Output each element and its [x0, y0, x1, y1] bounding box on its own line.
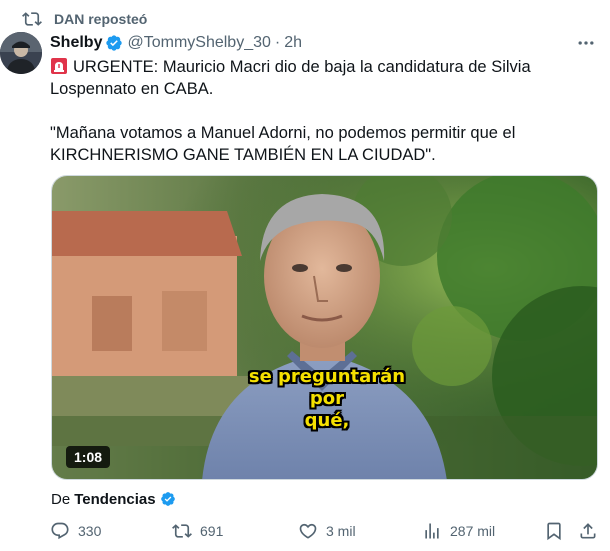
views-chart-icon [425, 523, 439, 539]
heart-icon [299, 523, 317, 539]
like-button[interactable]: 3 mil [298, 518, 356, 544]
tweet-body: URGENTE: Mauricio Macri dio de baja la c… [50, 56, 595, 166]
reply-count: 330 [78, 523, 102, 539]
action-bar: 330 691 3 mil 287 mil [50, 518, 602, 544]
more-options-button[interactable] [572, 34, 600, 52]
video-thumbnail [52, 176, 597, 479]
share-icon [580, 523, 596, 539]
repost-button[interactable]: 691 [172, 518, 223, 544]
repost-icon [22, 9, 42, 29]
views-count: 287 mil [450, 523, 496, 539]
video-subtitle: se preguntarán por qué, [232, 366, 422, 432]
source-name-link[interactable]: Tendencias [74, 491, 155, 508]
subtitle-line-1: se preguntarán por [248, 366, 406, 409]
tweet-paragraph-2: "Mañana votamos a Manuel Adorni, no pode… [50, 124, 516, 164]
reply-icon [51, 522, 69, 540]
bookmark-button[interactable] [544, 518, 564, 544]
video-duration: 1:08 [66, 446, 111, 468]
subtitle-line-2: qué, [304, 410, 350, 431]
like-count: 3 mil [326, 523, 356, 539]
tweet-line-1: URGENTE: Mauricio Macri dio de baja la c… [50, 58, 531, 98]
author-name[interactable]: Shelby [50, 34, 102, 52]
repost-action-icon [172, 524, 192, 538]
author-handle[interactable]: @TommyShelby_30 [127, 34, 270, 52]
tweet-paragraph-1: URGENTE: Mauricio Macri dio de baja la c… [50, 56, 595, 100]
reply-button[interactable]: 330 [50, 518, 101, 544]
share-button[interactable] [578, 518, 598, 544]
more-icon [578, 41, 594, 45]
avatar[interactable] [0, 32, 42, 74]
video-player[interactable]: se preguntarán por qué, 1:08 [51, 175, 598, 480]
separator-dot: · [274, 34, 281, 51]
tweet-header: Shelby @TommyShelby_30 · 2h [50, 32, 302, 54]
siren-emoji-icon [50, 57, 68, 75]
views-button[interactable]: 287 mil [422, 518, 495, 544]
source-verified-badge-icon [160, 491, 176, 507]
repost-text: DAN reposteó [54, 11, 148, 27]
source-attribution: De Tendencias [51, 488, 176, 510]
repost-indicator[interactable]: DAN reposteó [22, 9, 147, 29]
timestamp[interactable]: 2h [284, 34, 302, 52]
repost-count: 691 [200, 523, 224, 539]
bookmark-icon [547, 522, 561, 541]
verified-badge-icon [105, 34, 123, 52]
source-prefix: De [51, 490, 71, 508]
